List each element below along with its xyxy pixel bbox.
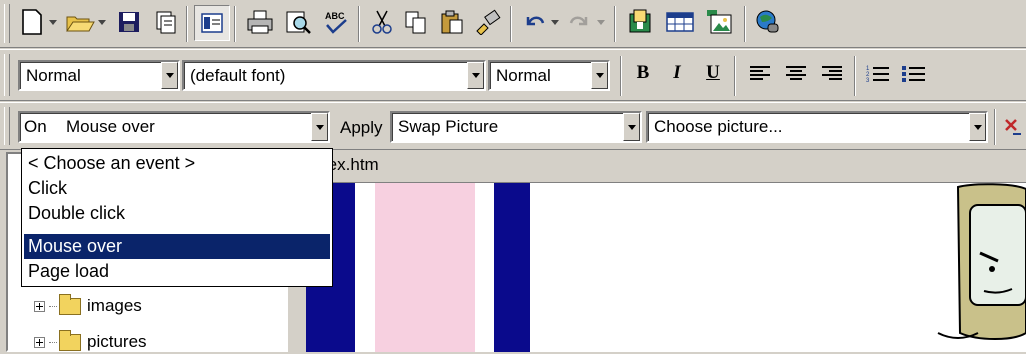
insert-table-icon[interactable] xyxy=(662,4,698,40)
standard-toolbar: ABC xyxy=(0,0,1026,48)
publish-icon[interactable] xyxy=(147,4,183,40)
toolbar-grip[interactable] xyxy=(4,107,10,145)
effect-combo[interactable]: Swap Picture xyxy=(390,111,642,143)
computer-character-image xyxy=(937,183,1026,340)
italic-button[interactable]: I xyxy=(662,58,692,88)
tree-connector xyxy=(49,341,57,343)
toolbar-separator xyxy=(994,109,996,145)
editor-tab-bar: index.htm xyxy=(305,150,1026,183)
toolbar-separator xyxy=(358,6,360,42)
dhtml-effects-toolbar: On Mouse over Apply Swap Picture Choose … xyxy=(0,102,1026,150)
event-option[interactable]: Page load xyxy=(24,259,330,284)
undo-icon[interactable] xyxy=(516,4,552,40)
settings-combo[interactable]: Choose picture... xyxy=(646,111,988,143)
folder-icon xyxy=(59,293,81,315)
insert-component-icon[interactable] xyxy=(622,4,658,40)
toolbar-grip[interactable] xyxy=(4,54,10,96)
tree-item-images[interactable]: images xyxy=(34,293,142,318)
event-option-selected[interactable]: Mouse over xyxy=(24,234,330,259)
chevron-down-icon[interactable] xyxy=(591,62,608,89)
toolbar-grip[interactable] xyxy=(4,4,10,43)
toolbar-separator xyxy=(510,6,512,42)
page-editor[interactable] xyxy=(306,183,1026,352)
underline-button[interactable]: U xyxy=(698,58,728,88)
chevron-down-icon[interactable] xyxy=(311,113,328,141)
font-combo-value: (default font) xyxy=(190,66,286,85)
folder-list-icon[interactable] xyxy=(194,5,230,41)
svg-text:ABC: ABC xyxy=(325,11,345,21)
tree-item-label: pictures xyxy=(87,332,147,351)
svg-text:3: 3 xyxy=(866,78,870,84)
tree-item-pictures[interactable]: pictures xyxy=(34,329,147,354)
bold-button[interactable]: B xyxy=(628,58,658,88)
numbered-list-icon[interactable]: 123 xyxy=(862,58,894,90)
tree-connector xyxy=(49,305,57,307)
save-icon[interactable] xyxy=(111,4,147,40)
toolbar-separator xyxy=(620,56,622,96)
spelling-icon[interactable]: ABC xyxy=(318,4,354,40)
chevron-down-icon[interactable] xyxy=(969,113,986,141)
toolbar-separator xyxy=(744,6,746,42)
settings-combo-value: Choose picture... xyxy=(654,117,783,136)
expand-icon[interactable] xyxy=(34,300,45,312)
effect-combo-value: Swap Picture xyxy=(398,117,499,136)
event-combo[interactable]: On Mouse over xyxy=(18,111,330,143)
align-right-icon[interactable] xyxy=(816,58,848,90)
style-combo[interactable]: Normal xyxy=(18,60,180,91)
insert-picture-icon[interactable] xyxy=(702,4,738,40)
format-painter-icon[interactable] xyxy=(470,4,506,40)
on-label: On xyxy=(24,117,47,136)
formatting-toolbar: Normal (default font) Normal B I U 123 xyxy=(0,49,1026,101)
bulleted-list-icon[interactable] xyxy=(898,58,930,90)
new-icon[interactable] xyxy=(14,4,50,40)
chevron-down-icon[interactable] xyxy=(623,113,640,141)
event-option[interactable]: Click xyxy=(24,176,330,201)
redo-icon[interactable] xyxy=(562,4,598,40)
event-option[interactable]: Double click xyxy=(24,201,330,226)
redo-dropdown-icon[interactable] xyxy=(594,4,608,40)
font-combo[interactable]: (default font) xyxy=(182,60,486,91)
new-dropdown-icon[interactable] xyxy=(46,4,60,40)
font-size-combo[interactable]: Normal xyxy=(488,60,610,91)
print-preview-icon[interactable] xyxy=(280,4,316,40)
event-dropdown-list: < Choose an event > Click Double click M… xyxy=(21,148,333,287)
print-icon[interactable] xyxy=(242,4,278,40)
open-icon[interactable] xyxy=(62,4,98,40)
expand-icon[interactable] xyxy=(34,336,45,348)
tree-item-label: images xyxy=(87,296,142,315)
chevron-down-icon[interactable] xyxy=(467,62,484,89)
apply-label: Apply xyxy=(340,118,383,137)
remove-effect-icon[interactable] xyxy=(1000,109,1026,145)
font-size-combo-value: Normal xyxy=(496,66,551,85)
toolbar-separator xyxy=(186,6,188,42)
copy-icon[interactable] xyxy=(398,4,434,40)
toolbar-separator xyxy=(234,6,236,42)
navy-stripe xyxy=(494,183,530,352)
toolbar-separator xyxy=(854,56,856,96)
style-combo-value: Normal xyxy=(26,66,81,85)
open-dropdown-icon[interactable] xyxy=(95,4,109,40)
chevron-down-icon[interactable] xyxy=(161,62,178,89)
undo-dropdown-icon[interactable] xyxy=(548,4,562,40)
align-left-icon[interactable] xyxy=(744,58,776,90)
align-center-icon[interactable] xyxy=(780,58,812,90)
cut-icon[interactable] xyxy=(364,4,400,40)
toolbar-separator xyxy=(614,6,616,42)
pink-stripe xyxy=(375,183,475,352)
hyperlink-icon[interactable] xyxy=(750,4,786,40)
event-combo-value: Mouse over xyxy=(66,117,155,136)
event-option[interactable]: < Choose an event > xyxy=(24,151,330,176)
paste-icon[interactable] xyxy=(434,4,470,40)
folder-icon xyxy=(59,329,81,351)
toolbar-separator xyxy=(734,56,736,96)
